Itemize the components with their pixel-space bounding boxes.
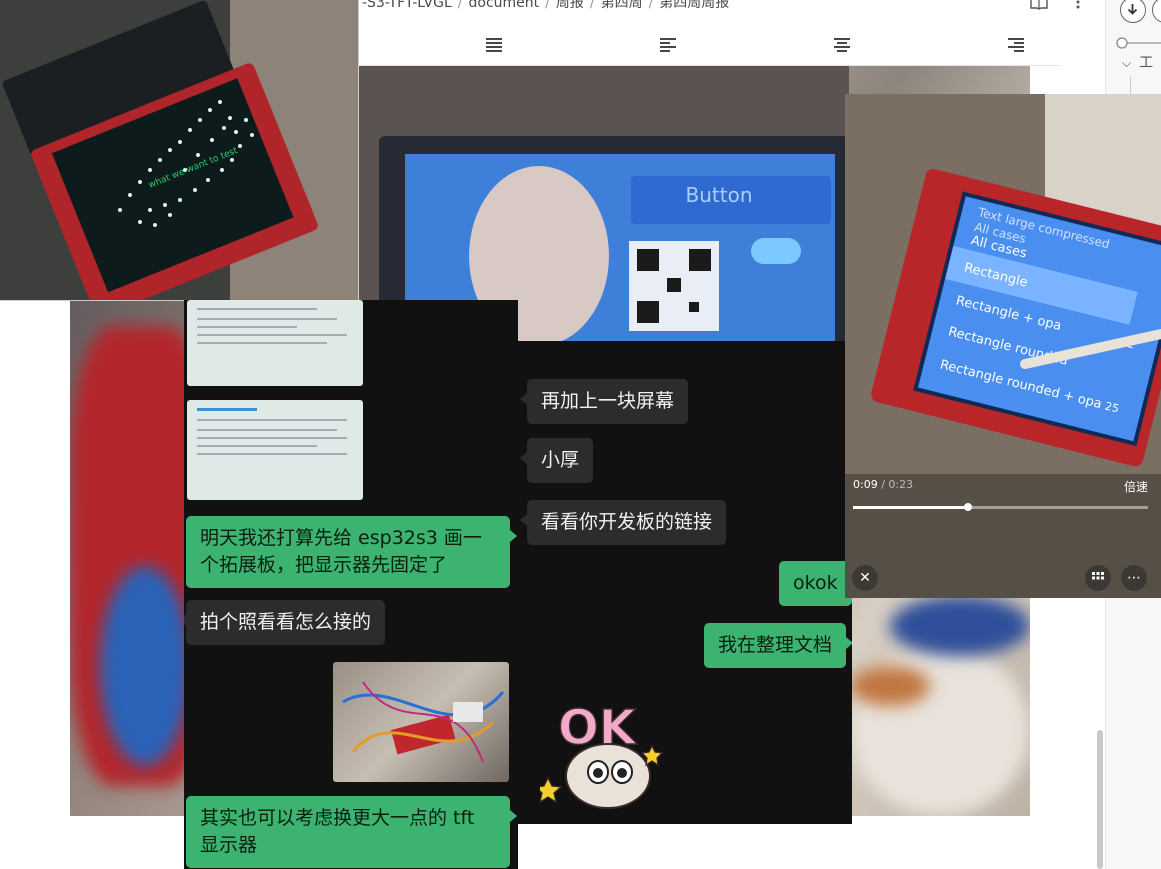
document-viewer: -S3-TFT-LVGL / document / 周报 / 第四周 / 第四周周报 ⌵ 工 [0, 0, 1161, 869]
chat-message-out: 我在整理文档 [704, 623, 852, 668]
more-vertical-icon[interactable] [1064, 0, 1092, 14]
document-thumbnail [187, 300, 363, 386]
align-right-button[interactable] [1005, 34, 1027, 56]
chat-message-out: 其实也可以考虑换更大一点的 tft 显示器 [186, 796, 517, 868]
book-icon[interactable] [1025, 0, 1053, 14]
sticker-illustration: OK [533, 699, 664, 809]
chat-message-in: 小厚 [519, 438, 594, 483]
panel-tree-item[interactable]: ⌵ 工 [1122, 52, 1153, 72]
panel-slider[interactable] [1116, 34, 1161, 49]
chat-message-in: 看看你开发板的链接 [519, 500, 727, 545]
download-icon[interactable] [1120, 0, 1146, 23]
alignment-toolbar [360, 24, 1060, 66]
breadcrumb-item[interactable]: 周报 [556, 0, 584, 11]
video-duration: / 0:23 [881, 478, 914, 491]
playback-speed-button[interactable]: 倍速 [1124, 478, 1148, 495]
video-progress-fill [853, 506, 969, 509]
align-justify-button[interactable] [483, 34, 505, 56]
breadcrumb-item[interactable]: 第四周 [601, 0, 643, 11]
breadcrumb-separator: / [589, 0, 595, 11]
align-left-button[interactable] [657, 34, 679, 56]
chevron-down-icon: ⌵ [1122, 56, 1132, 70]
document-thumbnail [187, 400, 363, 500]
breadcrumb-separator: / [545, 0, 550, 11]
tft-board-illustration: what we want to test [0, 0, 358, 300]
align-left-icon [660, 38, 676, 52]
vertical-scrollbar[interactable] [1097, 730, 1103, 869]
close-icon[interactable]: ✕ [852, 565, 878, 591]
breadcrumb-item-current: 第四周周报 [659, 0, 730, 11]
breadcrumb-separator: / [457, 0, 463, 11]
align-justify-icon [486, 38, 502, 52]
video-progress-knob[interactable] [964, 503, 973, 511]
tree-guide-line [1130, 76, 1131, 96]
breadcrumb-item[interactable]: -S3-TFT-LVGL [362, 0, 452, 11]
align-right-icon [1008, 38, 1024, 52]
video-current-time: 0:09 [853, 478, 878, 491]
photo-tft-dots: what we want to test [0, 0, 359, 301]
align-center-button[interactable] [831, 34, 853, 56]
breadcrumb-item[interactable]: document [469, 0, 540, 11]
wiring-illustration [342, 681, 505, 763]
chat-screenshot-left: 明天我还打算先给 esp32s3 画一个拓展板，把显示器先固定了 拍个照看看怎么… [184, 300, 518, 869]
chat-photo-wiring[interactable] [333, 662, 509, 782]
more-horizontal-icon[interactable]: ⋯ [1121, 565, 1147, 591]
chat-message-out: 明天我还打算先给 esp32s3 画一个拓展板，把显示器先固定了 [186, 516, 517, 588]
chat-message-in: 拍个照看看怎么接的 [184, 600, 386, 645]
panel-tree-label: 工 [1139, 55, 1154, 71]
chat-message-in: 再加上一块屏幕 [519, 379, 689, 424]
breadcrumb: -S3-TFT-LVGL / document / 周报 / 第四周 / 第四周周报 [362, 0, 729, 12]
breadcrumb-separator: / [648, 0, 654, 11]
anime-button-label: Button [686, 183, 753, 207]
chat-screenshot-right: 再加上一块屏幕 小厚 看看你开发板的链接 okok 我在整理文档 OK [518, 341, 852, 824]
grid-icon[interactable] [1085, 565, 1111, 591]
align-center-icon [834, 38, 850, 52]
video-frame-illustration: Text large compressed All cases All case… [845, 94, 1161, 598]
chat-message-out: okok [779, 561, 852, 606]
ok-sticker[interactable]: OK [533, 686, 670, 811]
video-time: 0:09 / 0:23 [853, 478, 913, 491]
video-player[interactable]: Text large compressed All cases All case… [845, 94, 1161, 598]
